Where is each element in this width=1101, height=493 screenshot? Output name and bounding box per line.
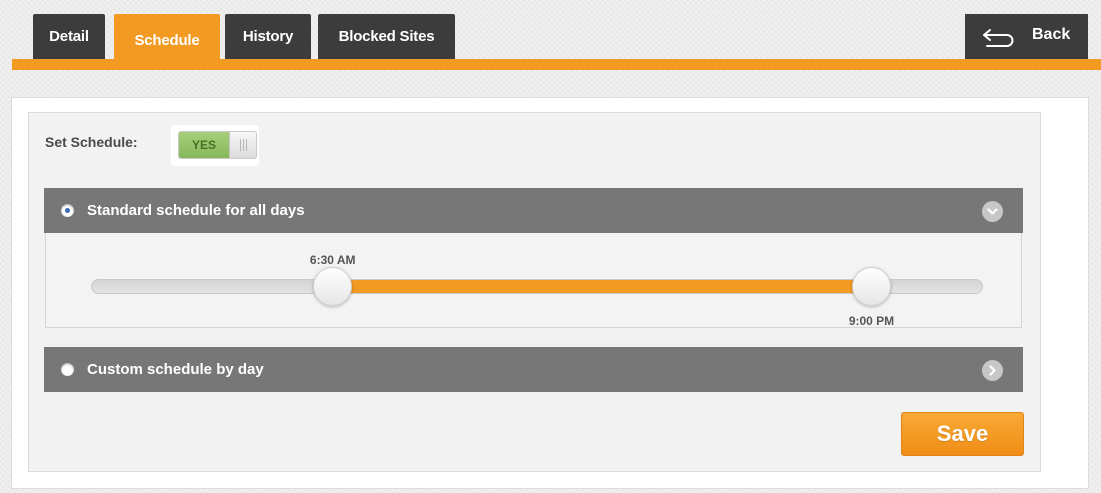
custom-schedule-radio[interactable] bbox=[61, 363, 74, 376]
custom-schedule-header[interactable]: Custom schedule by day bbox=[44, 347, 1023, 392]
end-time-handle[interactable] bbox=[852, 267, 891, 306]
back-button[interactable]: Back bbox=[965, 14, 1088, 59]
set-schedule-label: Set Schedule: bbox=[45, 134, 138, 150]
standard-schedule-label: Standard schedule for all days bbox=[87, 202, 305, 219]
standard-schedule-radio[interactable] bbox=[61, 204, 74, 217]
back-label: Back bbox=[1032, 26, 1071, 43]
chevron-down-icon[interactable] bbox=[982, 201, 1003, 222]
toggle-knob[interactable] bbox=[229, 132, 256, 158]
tab-history[interactable]: History bbox=[225, 14, 311, 59]
standard-schedule-header[interactable]: Standard schedule for all days bbox=[44, 188, 1023, 233]
save-button[interactable]: Save bbox=[901, 412, 1024, 456]
toggle-on-label: YES bbox=[179, 132, 229, 158]
set-schedule-toggle[interactable]: YES bbox=[178, 131, 257, 159]
return-arrow-icon bbox=[981, 26, 1017, 53]
end-time-label: 9:00 PM bbox=[848, 314, 895, 328]
grip-icon bbox=[239, 139, 247, 151]
tab-blocked-sites[interactable]: Blocked Sites bbox=[318, 14, 455, 59]
tab-underline-bar bbox=[12, 59, 1101, 70]
time-slider-range bbox=[332, 280, 872, 293]
start-time-handle[interactable] bbox=[313, 267, 353, 306]
start-time-label: 6:30 AM bbox=[309, 253, 356, 267]
custom-schedule-label: Custom schedule by day bbox=[87, 361, 264, 378]
tab-detail[interactable]: Detail bbox=[33, 14, 105, 59]
chevron-right-icon[interactable] bbox=[982, 360, 1003, 381]
